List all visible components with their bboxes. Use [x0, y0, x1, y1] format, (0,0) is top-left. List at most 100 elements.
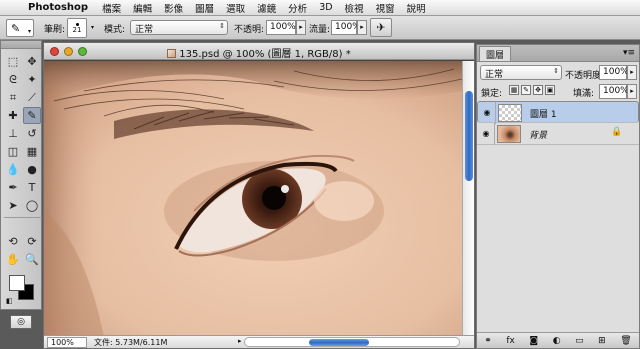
shape-tool-icon[interactable]: ◯ — [23, 197, 41, 214]
updown-arrows-icon: ⇕ — [219, 22, 225, 30]
photo-eye-closeup — [44, 61, 462, 337]
eyedropper-tool-icon[interactable]: ⟋ — [23, 89, 41, 106]
brush-tool-icon[interactable]: ✎ — [23, 107, 41, 124]
menu-edit[interactable]: 編輯 — [127, 1, 158, 15]
layer-style-icon[interactable]: fx — [506, 336, 515, 346]
marquee-tool-icon[interactable]: ⬚ — [4, 53, 22, 70]
hand-tool-icon[interactable]: ✋ — [4, 251, 22, 268]
document-title-bar[interactable]: 135.psd @ 100% (圖層 1, RGB/8) * — [44, 43, 474, 60]
mode-select[interactable]: 正常 ⇕ — [130, 20, 228, 35]
lasso-tool-icon[interactable]: ᘓ — [4, 71, 22, 88]
visibility-toggle[interactable]: ◉ — [478, 102, 496, 124]
menu-bar: Photoshop 檔案 編輯 影像 圖層 選取 濾鏡 分析 3D 檢視 視窗 … — [0, 0, 640, 16]
menu-file[interactable]: 檔案 — [96, 1, 127, 15]
menu-select[interactable]: 選取 — [220, 1, 251, 15]
tab-layers[interactable]: 圖層 — [479, 46, 512, 61]
trash-icon[interactable]: 🗑 — [620, 336, 631, 346]
options-bar: ✎ ▾ 筆刷: 21 ▾ 模式: 正常 ⇕ 不透明: 100% ▸ 流量: 10… — [0, 16, 640, 40]
opacity-label: 不透明: — [234, 25, 265, 35]
menu-help[interactable]: 說明 — [401, 1, 432, 15]
photoshop-window: Photoshop 檔案 編輯 影像 圖層 選取 濾鏡 分析 3D 檢視 視窗 … — [0, 0, 640, 349]
healing-brush-tool-icon[interactable]: ✚ — [4, 107, 22, 124]
new-layer-icon[interactable]: ⊞ — [598, 336, 606, 346]
document-title-text: 135.psd @ 100% (圖層 1, RGB/8) * — [179, 49, 351, 60]
tool-preset-picker[interactable]: ✎ ▾ — [6, 19, 34, 37]
fill-dropdown[interactable]: ▸ — [627, 84, 637, 99]
quick-mask-button[interactable]: ◎ — [10, 315, 32, 329]
3d-rotate-tool-icon[interactable]: ⟲ — [4, 233, 22, 250]
lock-transparent-icon[interactable]: ▦ — [509, 85, 519, 95]
zoom-level-field[interactable]: 100% — [47, 337, 87, 348]
mode-value: 正常 — [135, 25, 154, 35]
brush-label: 筆刷: — [44, 25, 66, 35]
menu-view[interactable]: 檢視 — [339, 1, 370, 15]
adjustment-layer-icon[interactable]: ◐ — [553, 336, 561, 346]
3d-orbit-tool-icon[interactable]: ⟳ — [23, 233, 41, 250]
document-size-info: 文件: 5.73M/6.11M — [94, 338, 168, 347]
eye-icon: ◉ — [482, 129, 490, 138]
opacity-field[interactable]: 100% — [266, 20, 296, 35]
blend-mode-select[interactable]: 正常 ⇕ — [480, 65, 562, 80]
foreground-color-swatch[interactable] — [9, 275, 25, 291]
history-brush-tool-icon[interactable]: ↺ — [23, 125, 41, 142]
vertical-scrollbar[interactable] — [462, 61, 474, 337]
image-canvas[interactable] — [44, 61, 462, 337]
flow-field[interactable]: 100% — [331, 20, 361, 35]
move-tool-icon[interactable]: ✥ — [23, 53, 41, 70]
menu-app-name[interactable]: Photoshop — [26, 2, 96, 13]
new-group-icon[interactable]: ▭ — [575, 336, 584, 346]
flow-dropdown[interactable]: ▸ — [357, 20, 367, 35]
opacity-dropdown[interactable]: ▸ — [296, 20, 306, 35]
eye-icon: ◉ — [483, 108, 491, 117]
layer-opacity-field[interactable]: 100% — [599, 65, 629, 80]
menu-analysis[interactable]: 分析 — [282, 1, 313, 15]
dodge-tool-icon[interactable]: ● — [23, 161, 41, 178]
gradient-tool-icon[interactable]: ▦ — [23, 143, 41, 160]
fill-field[interactable]: 100% — [599, 84, 629, 99]
brush-preset-picker[interactable]: 21 — [67, 18, 87, 38]
horizontal-scrollbar[interactable] — [244, 337, 460, 347]
blur-tool-icon[interactable]: 💧 — [4, 161, 22, 178]
panel-menu-icon[interactable]: ▾≡ — [623, 48, 635, 58]
magic-wand-tool-icon[interactable]: ✦ — [23, 71, 41, 88]
lock-all-icon[interactable]: ▣ — [545, 85, 555, 95]
toolbox-divider — [4, 217, 42, 221]
layers-panel-header: 圖層 ▾≡ — [477, 45, 639, 62]
toolbox-header[interactable] — [1, 41, 41, 49]
vertical-scroll-thumb[interactable] — [465, 91, 473, 181]
pen-tool-icon[interactable]: ✒ — [4, 179, 22, 196]
airbrush-icon[interactable]: ✈ — [370, 18, 392, 37]
chevron-down-icon[interactable]: ▾ — [91, 24, 94, 31]
lock-row: 鎖定: ▦ ✎ ✥ ▣ 填滿: 100% ▸ — [477, 84, 639, 99]
layer-opacity-dropdown[interactable]: ▸ — [627, 65, 637, 80]
link-layers-icon[interactable]: ⚭ — [484, 336, 492, 346]
menu-filter[interactable]: 濾鏡 — [251, 1, 282, 15]
type-tool-icon[interactable]: T — [23, 179, 41, 196]
brush-size: 21 — [72, 26, 82, 34]
layer-thumbnail — [497, 125, 521, 143]
menu-3d[interactable]: 3D — [313, 2, 338, 13]
lock-image-icon[interactable]: ✎ — [521, 85, 531, 95]
horizontal-scroll-thumb[interactable] — [309, 339, 369, 346]
chevron-right-icon[interactable]: ▸ — [238, 337, 242, 345]
zoom-tool-icon[interactable]: 🔍 — [23, 251, 41, 268]
mode-label: 模式: — [104, 25, 126, 35]
document-title: 135.psd @ 100% (圖層 1, RGB/8) * — [44, 45, 474, 60]
clone-stamp-tool-icon[interactable]: ⊥ — [4, 125, 22, 142]
menu-layer[interactable]: 圖層 — [189, 1, 220, 15]
menu-image[interactable]: 影像 — [158, 1, 189, 15]
lock-position-icon[interactable]: ✥ — [533, 85, 543, 95]
default-colors-icon[interactable]: ◧ — [6, 297, 13, 305]
layer-row[interactable]: ◉ 圖層 1 — [477, 101, 639, 124]
eraser-tool-icon[interactable]: ◫ — [4, 143, 22, 160]
lock-label: 鎖定: — [481, 89, 503, 99]
menu-window[interactable]: 視窗 — [370, 1, 401, 15]
visibility-toggle[interactable]: ◉ — [477, 123, 495, 145]
path-selection-tool-icon[interactable]: ➤ — [4, 197, 22, 214]
crop-tool-icon[interactable]: ⌗ — [4, 89, 22, 106]
fill-label: 填滿: — [573, 89, 595, 99]
toolbox: ⬚ ✥ ᘓ ✦ ⌗ ⟋ ✚ ✎ ⊥ ↺ ◫ ▦ 💧 ● ✒ T ➤ ◯ ⟲ ⟳ … — [0, 40, 42, 329]
layer-row[interactable]: ◉ 背景 🔒 — [477, 123, 639, 145]
updown-arrows-icon: ⇕ — [553, 67, 559, 75]
layer-mask-icon[interactable]: ◙ — [529, 336, 538, 346]
